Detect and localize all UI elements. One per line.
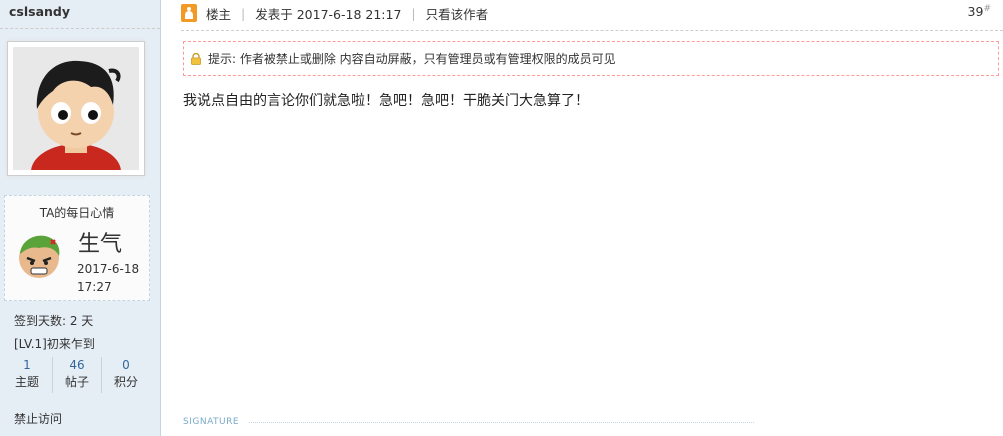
mood-date: 2017-6-18 17:27 bbox=[77, 262, 140, 294]
stat-label: 帖子 bbox=[64, 375, 89, 389]
stat-threads[interactable]: 1 主题 bbox=[3, 357, 51, 393]
floor-hash: # bbox=[983, 4, 991, 14]
signature-divider bbox=[249, 422, 754, 423]
user-level[interactable]: [LV.1]初来乍到 bbox=[14, 335, 95, 352]
lock-icon bbox=[190, 52, 202, 65]
divider bbox=[181, 30, 1003, 31]
divider bbox=[0, 28, 160, 29]
separator: | bbox=[411, 5, 416, 21]
post-body: 楼主 | 发表于 2017-6-18 21:17 | 只看该作者 39# 提示:… bbox=[161, 0, 1003, 436]
avatar-image bbox=[13, 47, 139, 170]
floor-number[interactable]: 39# bbox=[968, 4, 991, 19]
author-sidebar: cslsandy TA的每日心情 生气 2017-6-18 17:27 签到天数… bbox=[0, 0, 161, 436]
stat-posts[interactable]: 46 帖子 bbox=[52, 357, 102, 393]
avatar[interactable] bbox=[7, 41, 145, 176]
user-stats: 1 主题 46 帖子 0 积分 bbox=[3, 357, 151, 393]
checkin-days: 签到天数: 2 天 bbox=[14, 314, 94, 328]
separator: | bbox=[241, 5, 246, 21]
mood-word: 生气 bbox=[78, 232, 123, 257]
author-floor-icon bbox=[181, 4, 197, 22]
only-author-link[interactable]: 只看该作者 bbox=[426, 4, 489, 23]
author-username[interactable]: cslsandy bbox=[9, 4, 70, 19]
stat-points[interactable]: 0 积分 bbox=[102, 357, 150, 393]
stat-value: 46 bbox=[69, 358, 85, 372]
signature-label: SIGNATURE bbox=[183, 417, 240, 427]
notice-text: 提示: 作者被禁止或删除 内容自动屏蔽，只有管理员或有管理权限的成员可见 bbox=[208, 52, 616, 66]
stat-label: 积分 bbox=[113, 375, 138, 389]
post-meta-bar: 楼主 | 发表于 2017-6-18 21:17 | 只看该作者 bbox=[181, 2, 488, 24]
daily-mood-box: TA的每日心情 生气 2017-6-18 17:27 bbox=[4, 195, 150, 301]
post-time: 发表于 2017-6-18 21:17 bbox=[255, 6, 402, 22]
floor-role: 楼主 bbox=[206, 6, 232, 22]
mood-title: TA的每日心情 bbox=[39, 206, 115, 220]
stat-value: 0 bbox=[122, 358, 130, 372]
user-status[interactable]: 禁止访问 bbox=[14, 410, 62, 427]
blocked-notice: 提示: 作者被禁止或删除 内容自动屏蔽，只有管理员或有管理权限的成员可见 bbox=[183, 41, 999, 76]
stat-label: 主题 bbox=[14, 375, 39, 389]
stat-value: 1 bbox=[23, 358, 31, 372]
post-content: 我说点自由的言论你们就急啦！急吧！急吧！干脆关门大急算了！ bbox=[183, 93, 589, 109]
angry-face-icon bbox=[15, 232, 63, 280]
floor-number-value: 39 bbox=[967, 4, 984, 20]
